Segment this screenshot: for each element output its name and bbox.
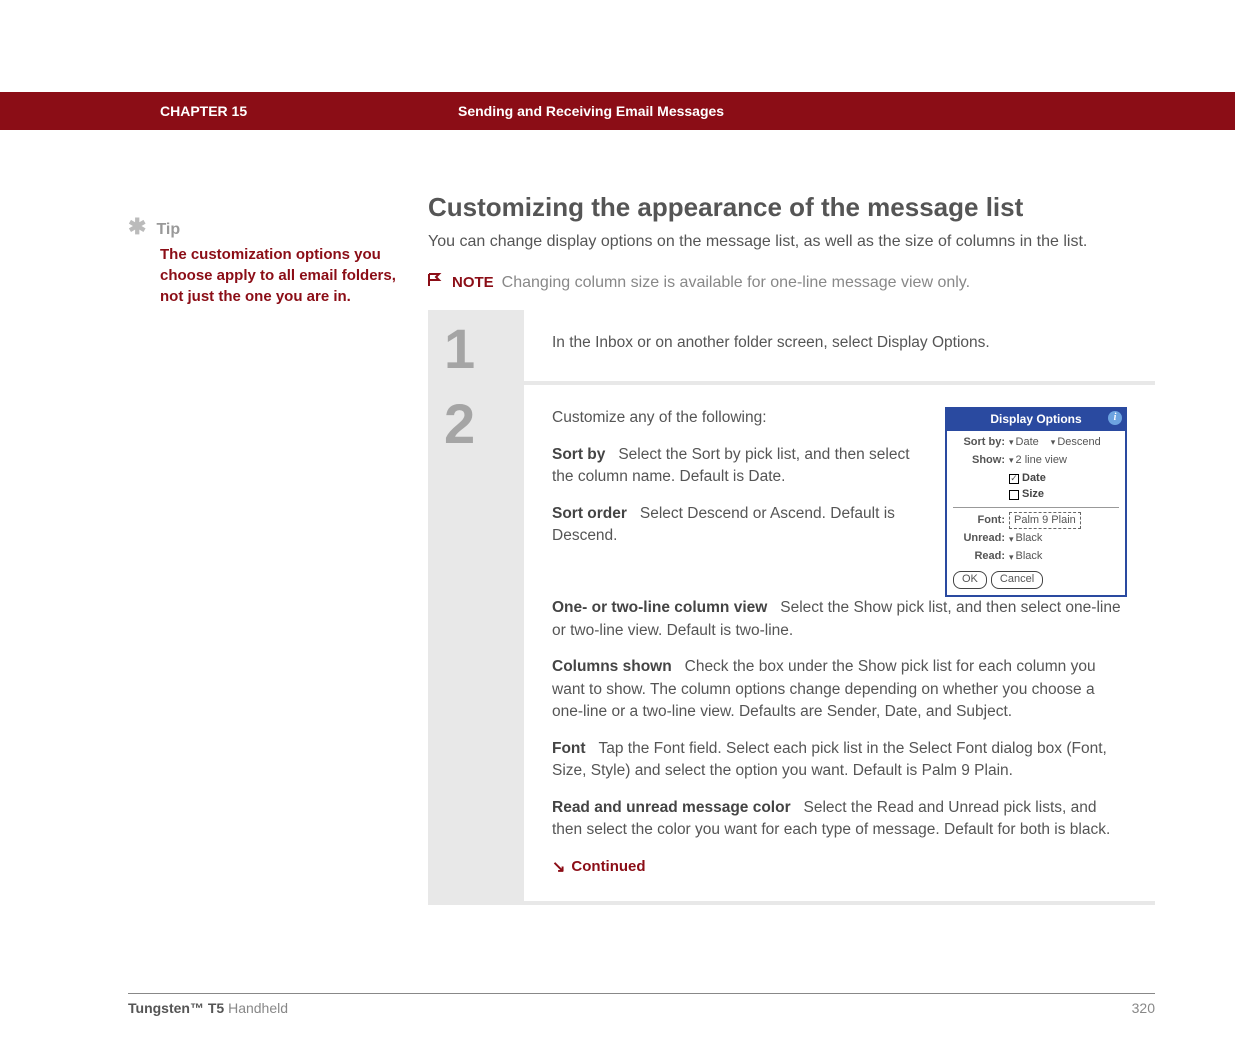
palm-dialog-title-text: Display Options: [990, 412, 1081, 426]
continued-arrow-icon: ↘: [552, 856, 565, 879]
checkbox-checked-icon[interactable]: ✓: [1009, 474, 1019, 484]
palm-size-label: Size: [1022, 487, 1044, 503]
palm-show-label: Show:: [953, 453, 1005, 469]
tip-body: The customization options you choose app…: [160, 244, 398, 307]
palm-read-label: Read:: [953, 549, 1005, 565]
sort-order-paragraph: Sort order Select Descend or Ascend. Def…: [552, 503, 925, 548]
palm-divider: [953, 507, 1119, 508]
step-1-body: In the Inbox or on another folder screen…: [524, 310, 1155, 381]
continued-label: Continued: [571, 856, 645, 878]
checkbox-unchecked-icon[interactable]: [1009, 490, 1019, 500]
page-title: Customizing the appearance of the messag…: [428, 192, 1155, 223]
font-text: Tap the Font field. Select each pick lis…: [552, 740, 1107, 779]
note-flag-icon: [428, 271, 444, 292]
palm-read-picklist[interactable]: Black: [1009, 549, 1042, 565]
note-text: Changing column size is available for on…: [502, 274, 970, 292]
step-2-body: Customize any of the following: Sort by …: [524, 385, 1155, 900]
palm-size-checkbox-row[interactable]: Size: [1009, 487, 1119, 503]
sort-by-label: Sort by: [552, 446, 605, 463]
sort-order-label: Sort order: [552, 505, 627, 522]
columns-shown-label: Columns shown: [552, 658, 672, 675]
step-number-1: 1: [428, 310, 524, 381]
main-content: Customizing the appearance of the messag…: [428, 192, 1155, 905]
product-name-bold: Tungsten™ T5: [128, 1000, 224, 1016]
palm-font-label: Font:: [953, 513, 1005, 529]
palm-date-label: Date: [1022, 471, 1046, 487]
step-number-2: 2: [428, 385, 524, 900]
column-view-paragraph: One- or two-line column view Select the …: [552, 597, 1127, 642]
note-label: NOTE: [452, 274, 494, 291]
section-title: Sending and Receiving Email Messages: [458, 103, 724, 119]
info-icon[interactable]: i: [1108, 411, 1122, 425]
page-footer: Tungsten™ T5 Handheld 320: [128, 993, 1155, 1016]
chapter-label: CHAPTER 15: [160, 103, 458, 119]
palm-sortby-label: Sort by:: [953, 435, 1005, 451]
palm-date-checkbox-row[interactable]: ✓ Date: [1009, 471, 1119, 487]
tip-label: Tip: [156, 221, 180, 239]
chapter-header-band: CHAPTER 15 Sending and Receiving Email M…: [0, 92, 1235, 130]
note-row: NOTE Changing column size is available f…: [428, 271, 1155, 292]
intro-text: You can change display options on the me…: [428, 231, 1155, 253]
step-2: 2 Customize any of the following: Sort b…: [428, 385, 1155, 904]
read-color-paragraph: Read and unread message color Select the…: [552, 797, 1127, 842]
palm-cancel-button[interactable]: Cancel: [991, 571, 1043, 589]
sort-by-text: Select the Sort by pick list, and then s…: [552, 446, 910, 485]
font-label: Font: [552, 740, 586, 757]
step-2-lead: Customize any of the following:: [552, 407, 925, 429]
columns-shown-paragraph: Columns shown Check the box under the Sh…: [552, 656, 1127, 723]
step-1: 1 In the Inbox or on another folder scre…: [428, 310, 1155, 385]
palm-display-options-dialog: Display Options i Sort by: Date Descend: [945, 407, 1127, 597]
product-name-light: Handheld: [224, 1000, 288, 1016]
sort-by-paragraph: Sort by Select the Sort by pick list, an…: [552, 444, 925, 489]
palm-ok-button[interactable]: OK: [953, 571, 987, 589]
palm-sortorder-picklist[interactable]: Descend: [1051, 435, 1101, 451]
palm-font-field[interactable]: Palm 9 Plain: [1009, 512, 1081, 530]
font-paragraph: Font Tap the Font field. Select each pic…: [552, 738, 1127, 783]
read-color-label: Read and unread message color: [552, 799, 791, 816]
palm-sortby-picklist[interactable]: Date: [1009, 435, 1039, 451]
step-1-text: In the Inbox or on another folder screen…: [552, 334, 990, 351]
tip-sidebar: ✱ Tip The customization options you choo…: [128, 192, 398, 905]
product-name: Tungsten™ T5 Handheld: [128, 1000, 288, 1016]
palm-dialog-title: Display Options i: [947, 409, 1125, 430]
palm-show-picklist[interactable]: 2 line view: [1009, 453, 1067, 469]
column-view-label: One- or two-line column view: [552, 599, 767, 616]
page-number: 320: [1132, 1000, 1155, 1016]
steps-container: 1 In the Inbox or on another folder scre…: [428, 310, 1155, 904]
palm-unread-label: Unread:: [953, 531, 1005, 547]
palm-unread-picklist[interactable]: Black: [1009, 531, 1042, 547]
tip-asterisk-icon: ✱: [128, 214, 146, 240]
continued-row: ↘ Continued: [552, 856, 1127, 879]
